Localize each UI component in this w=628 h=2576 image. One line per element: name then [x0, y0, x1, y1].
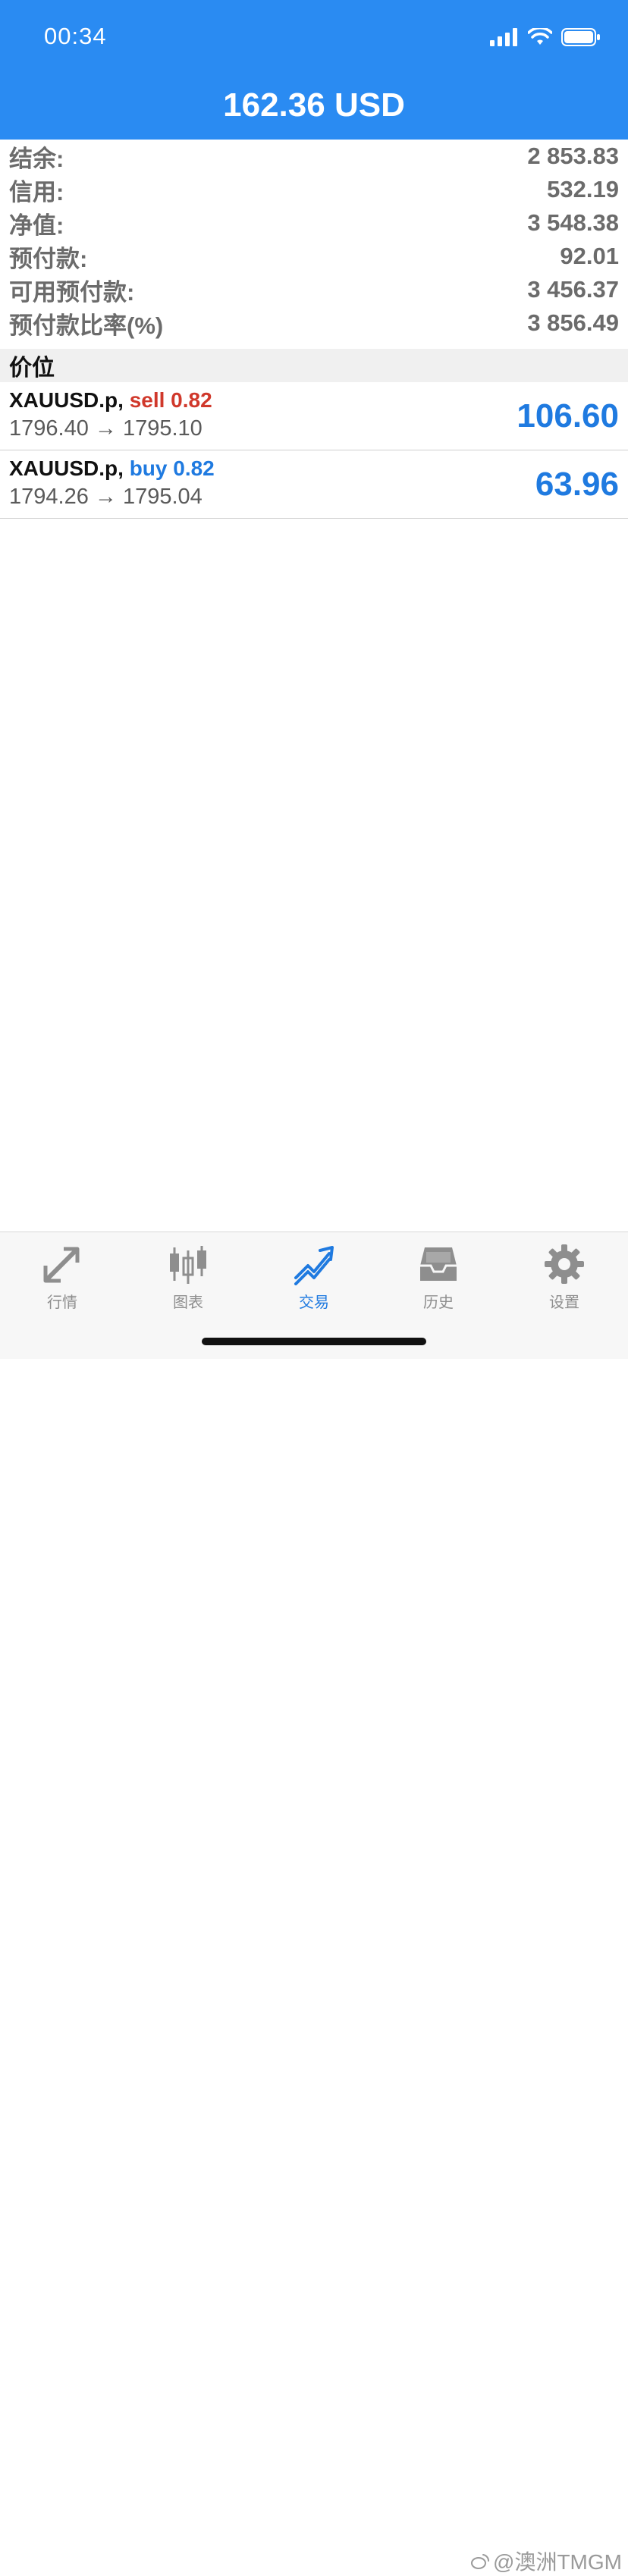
position-prices: 1796.40 → 1795.10 — [9, 416, 203, 441]
weibo-logo-icon — [471, 2554, 490, 2569]
tab-settings[interactable]: 设置 — [519, 1243, 610, 1312]
position-side-volume: buy 0.82 — [129, 457, 215, 480]
home-indicator[interactable] — [202, 1338, 426, 1345]
gear-icon — [545, 1244, 584, 1284]
candlestick-chart-icon — [170, 1246, 206, 1284]
position-symbol: XAUUSD.p, — [9, 457, 124, 480]
summary-value: 3 456.37 — [527, 276, 619, 303]
summary-label: 信用: — [9, 178, 64, 206]
summary-row-free-margin: 可用预付款: 3 456.37 — [0, 273, 628, 306]
position-side-volume: sell 0.82 — [129, 388, 212, 412]
position-symbol-line: XAUUSD.p, buy 0.82 — [9, 457, 215, 481]
tab-history[interactable]: 历史 — [393, 1243, 484, 1312]
cellular-signal-icon — [490, 28, 517, 46]
tab-label: 设置 — [549, 1294, 579, 1311]
positions-list: XAUUSD.p, sell 0.82 1796.40 → 1795.10 10… — [0, 382, 628, 519]
summary-label: 预付款: — [9, 245, 88, 272]
tab-label: 行情 — [47, 1294, 77, 1311]
battery-icon — [561, 28, 600, 46]
position-profit: 106.60 — [517, 397, 619, 435]
summary-value: 532.19 — [547, 176, 619, 202]
position-prices: 1794.26 → 1795.04 — [9, 485, 203, 509]
tab-label: 图表 — [173, 1294, 203, 1311]
watermark-text: @澳洲TMGM — [493, 2550, 622, 2574]
summary-label: 净值: — [9, 212, 64, 239]
position-symbol-line: XAUUSD.p, sell 0.82 — [9, 388, 212, 413]
position-symbol: XAUUSD.p, — [9, 388, 124, 412]
quotes-arrows-icon — [43, 1247, 80, 1283]
summary-label: 可用预付款: — [9, 278, 135, 306]
status-time: 00:34 — [44, 23, 107, 49]
position-profit: 63.96 — [535, 466, 619, 503]
summary-row-credit: 信用: 532.19 — [0, 173, 628, 206]
tab-trade[interactable]: 交易 — [268, 1243, 360, 1312]
summary-label: 预付款比率(%) — [9, 312, 164, 339]
summary-row-margin: 预付款: 92.01 — [0, 240, 628, 273]
app-header: 00:34 162.36 USD — [0, 0, 628, 140]
summary-value: 2 853.83 — [527, 143, 619, 169]
watermark: @澳洲TMGM — [470, 2546, 622, 2576]
tab-charts[interactable]: 图表 — [143, 1243, 234, 1312]
summary-value: 3 856.49 — [527, 309, 619, 336]
position-row[interactable]: XAUUSD.p, sell 0.82 1796.40 → 1795.10 10… — [0, 382, 628, 450]
profit-total-title: 162.36 USD — [223, 86, 405, 124]
positions-section-header: 价位 — [0, 349, 628, 382]
position-row[interactable]: XAUUSD.p, buy 0.82 1794.26 → 1795.04 63.… — [0, 450, 628, 519]
summary-row-balance: 结余: 2 853.83 — [0, 140, 628, 173]
summary-value: 92.01 — [560, 243, 619, 269]
account-summary: 结余: 2 853.83 信用: 532.19 净值: 3 548.38 预付款… — [0, 140, 628, 340]
summary-row-margin-level: 预付款比率(%) 3 856.49 — [0, 306, 628, 340]
history-inbox-icon — [420, 1247, 457, 1281]
tab-label: 历史 — [423, 1294, 454, 1311]
summary-value: 3 548.38 — [527, 209, 619, 236]
summary-row-equity: 净值: 3 548.38 — [0, 206, 628, 240]
trade-trend-icon — [294, 1246, 334, 1285]
status-icons — [490, 26, 601, 49]
tab-quotes[interactable]: 行情 — [17, 1243, 108, 1312]
summary-label: 结余: — [9, 145, 64, 172]
tab-label: 交易 — [299, 1294, 329, 1311]
wifi-icon — [528, 28, 552, 45]
